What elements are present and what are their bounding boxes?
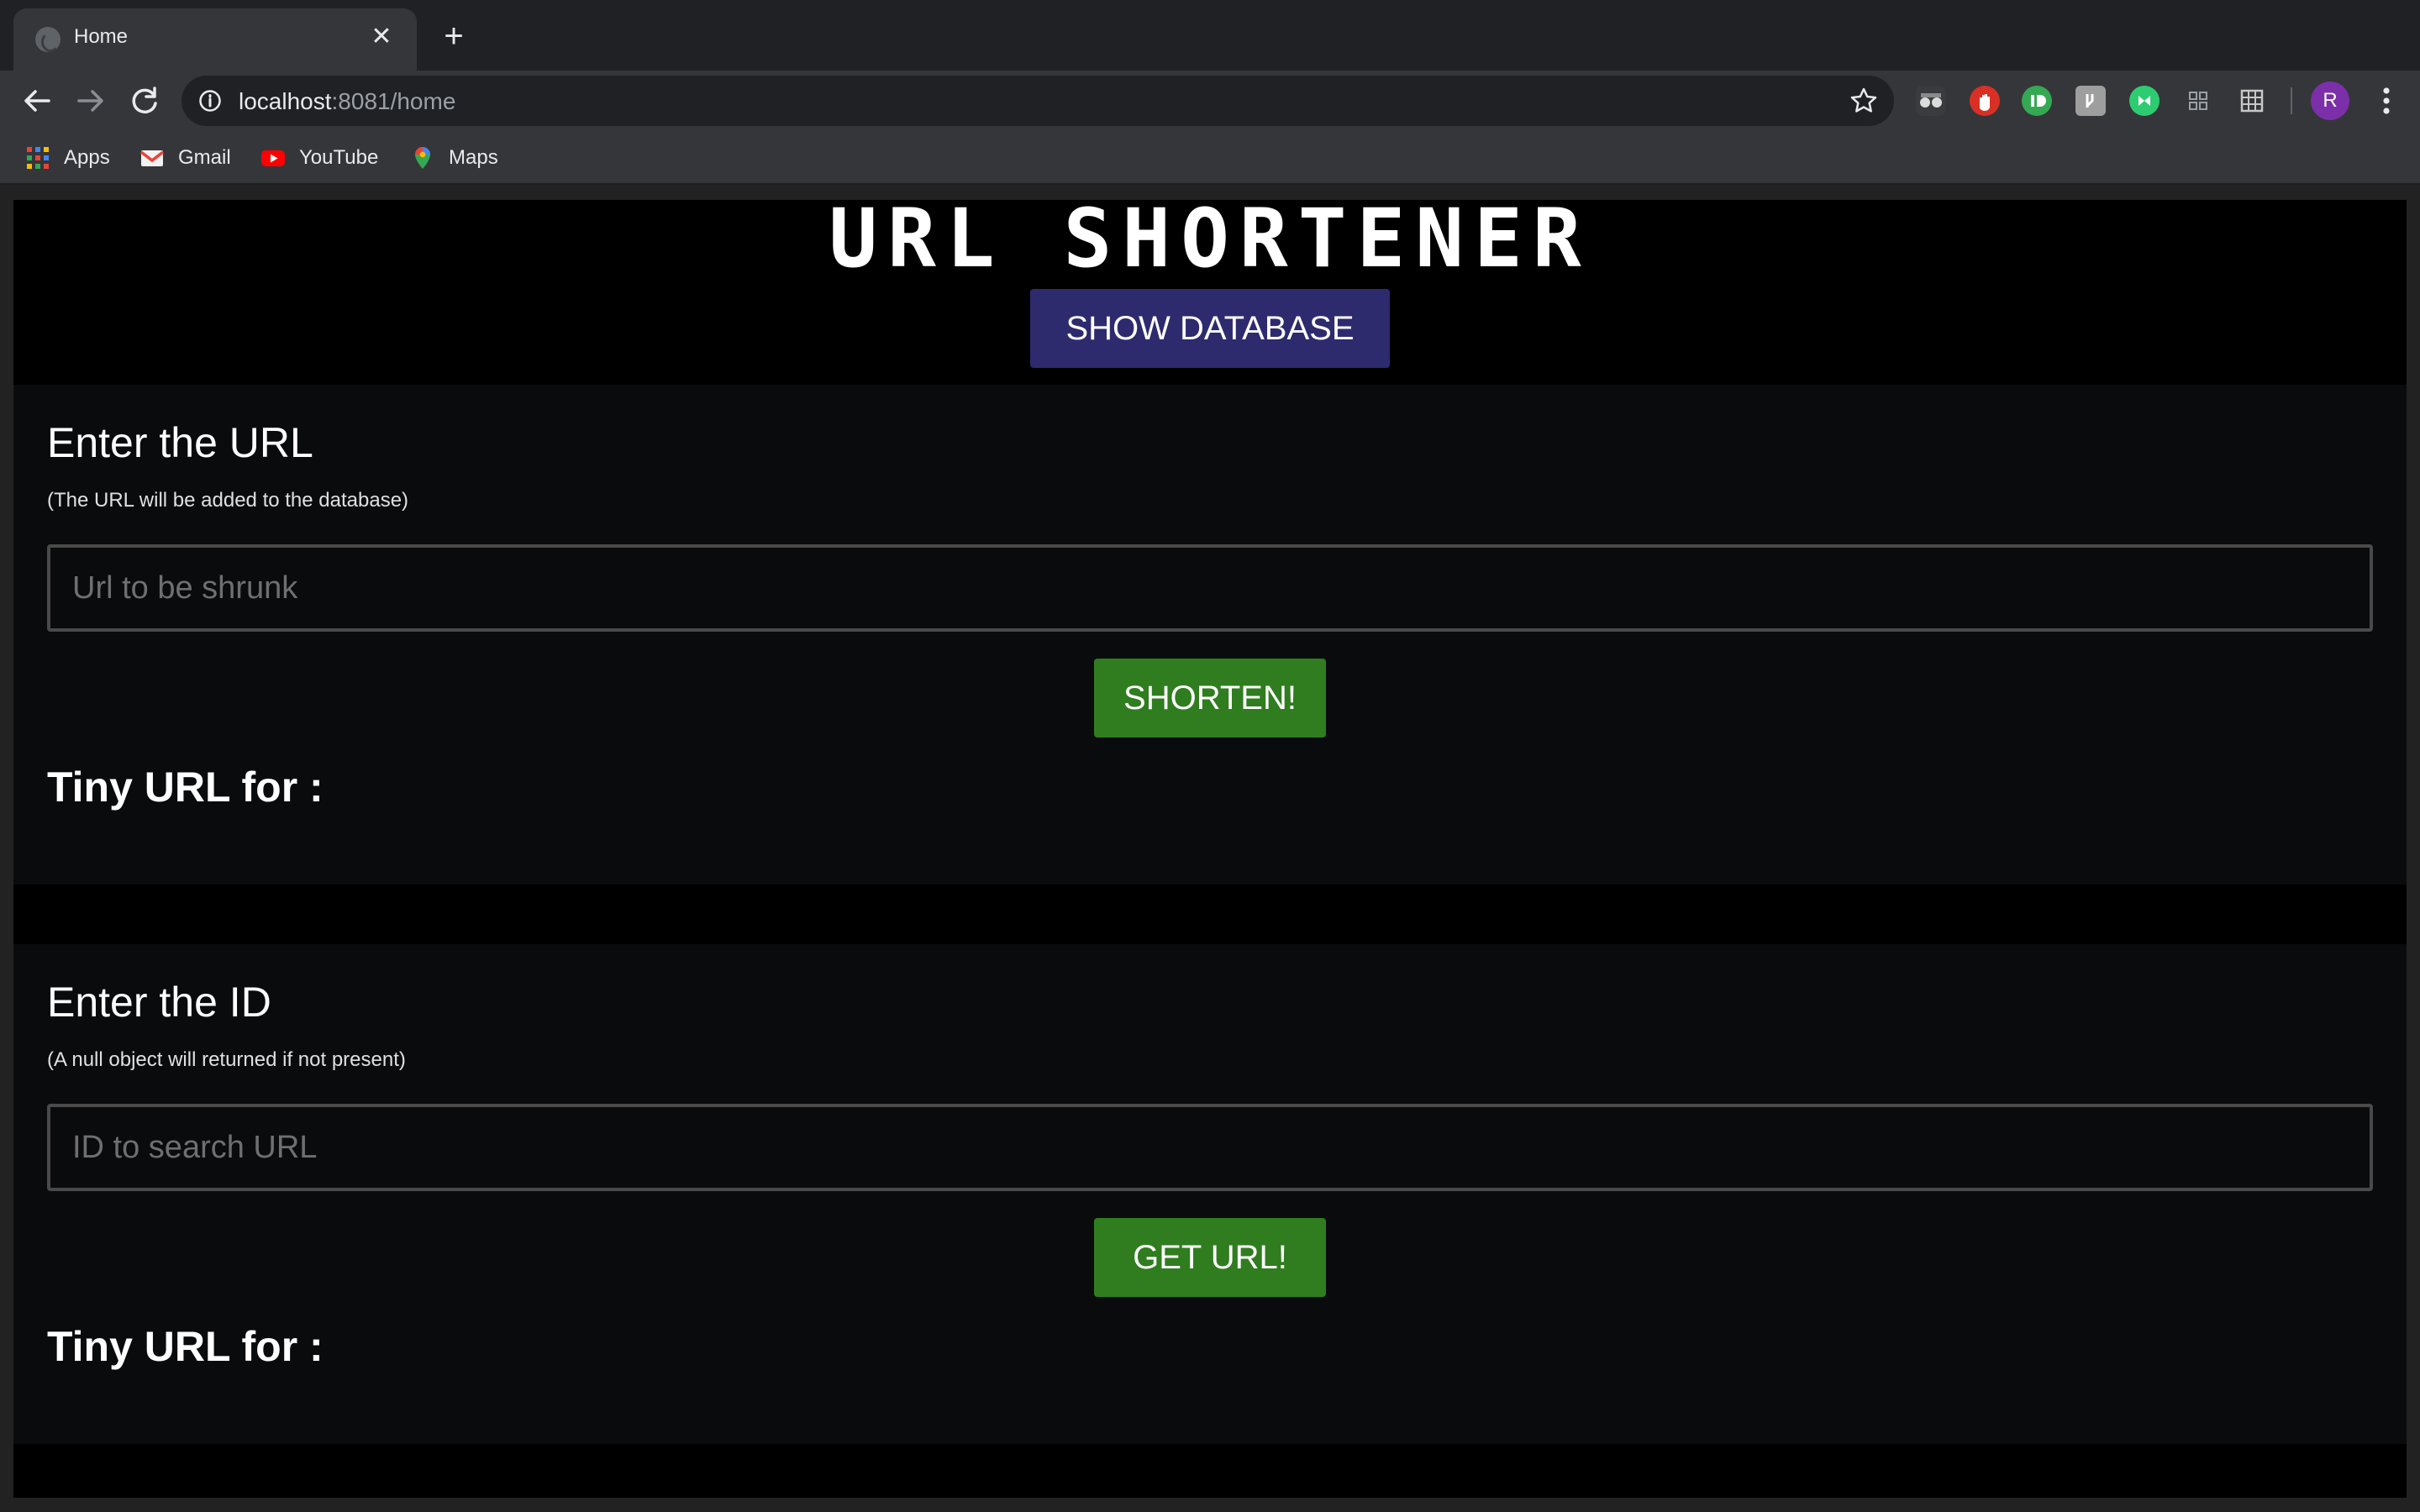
url-card-heading: Enter the URL xyxy=(47,419,313,466)
bookmark-label: Apps xyxy=(64,146,110,169)
extension-grid-icon[interactable] xyxy=(2183,86,2213,116)
bookmark-label: Gmail xyxy=(178,146,231,169)
apps-grid-icon xyxy=(27,147,49,169)
url-input[interactable] xyxy=(47,544,2373,632)
back-arrow-icon[interactable] xyxy=(17,81,57,121)
toolbar-separator xyxy=(2291,87,2292,114)
shorten-button[interactable]: SHORTEN! xyxy=(1094,659,1326,738)
page-viewport: URL SHORTENER SHOW DATABASE Enter the UR… xyxy=(0,185,2420,1512)
tab-home[interactable]: Home ✕ xyxy=(13,8,417,71)
bookmark-youtube[interactable]: YouTube xyxy=(260,144,378,171)
extension-grey-icon[interactable] xyxy=(2075,86,2106,116)
browser-toolbar: localhost:8081/home R xyxy=(0,71,2420,131)
bookmark-maps[interactable]: Maps xyxy=(410,144,498,171)
youtube-icon xyxy=(261,150,285,166)
extension-adblock-icon[interactable] xyxy=(1970,86,2000,116)
bookmark-label: Maps xyxy=(449,146,498,169)
more-menu-icon[interactable] xyxy=(2370,82,2403,119)
bookmarks-bar: Apps Gmail YouTube Maps xyxy=(0,131,2420,185)
gmail-icon xyxy=(139,150,165,166)
reload-icon[interactable] xyxy=(124,81,165,121)
extension-mint-icon[interactable] xyxy=(2129,86,2160,116)
url-result-label: Tiny URL for : xyxy=(47,764,324,811)
extension-green-icon[interactable] xyxy=(2022,86,2052,116)
maps-icon xyxy=(415,147,430,169)
id-input[interactable] xyxy=(47,1104,2373,1191)
page-body: URL SHORTENER SHOW DATABASE Enter the UR… xyxy=(13,200,2407,1498)
bookmark-apps[interactable]: Apps xyxy=(25,144,110,171)
page-title: URL SHORTENER xyxy=(829,200,1591,286)
get-url-button[interactable]: GET URL! xyxy=(1094,1218,1326,1297)
close-tab-icon[interactable]: ✕ xyxy=(365,20,398,54)
id-card-hint: (A null object will returned if not pres… xyxy=(47,1048,406,1071)
extension-spy-icon[interactable] xyxy=(1916,86,1946,116)
new-tab-icon[interactable]: + xyxy=(437,19,471,54)
url-card-hint: (The URL will be added to the database) xyxy=(47,489,409,512)
tab-strip: Home ✕ + xyxy=(0,0,2420,71)
profile-avatar[interactable]: R xyxy=(2311,81,2349,120)
bookmark-label: YouTube xyxy=(299,146,379,169)
show-database-button[interactable]: SHOW DATABASE xyxy=(1030,289,1390,368)
id-result-label: Tiny URL for : xyxy=(47,1323,324,1370)
shorten-url-card: Enter the URL (The URL will be added to … xyxy=(13,385,2407,885)
site-info-icon[interactable] xyxy=(198,89,222,113)
address-bar[interactable]: localhost:8081/home xyxy=(182,76,1894,126)
forward-arrow-icon[interactable] xyxy=(71,81,111,121)
lookup-id-card: Enter the ID (A null object will returne… xyxy=(13,944,2407,1444)
bookmark-gmail[interactable]: Gmail xyxy=(139,144,231,171)
url-text: localhost:8081/home xyxy=(239,88,456,114)
bookmark-star-icon[interactable] xyxy=(1849,86,1879,116)
globe-icon xyxy=(35,27,60,52)
extension-table-icon[interactable] xyxy=(2237,86,2267,116)
id-card-heading: Enter the ID xyxy=(47,979,271,1026)
tab-title: Home xyxy=(74,25,129,48)
